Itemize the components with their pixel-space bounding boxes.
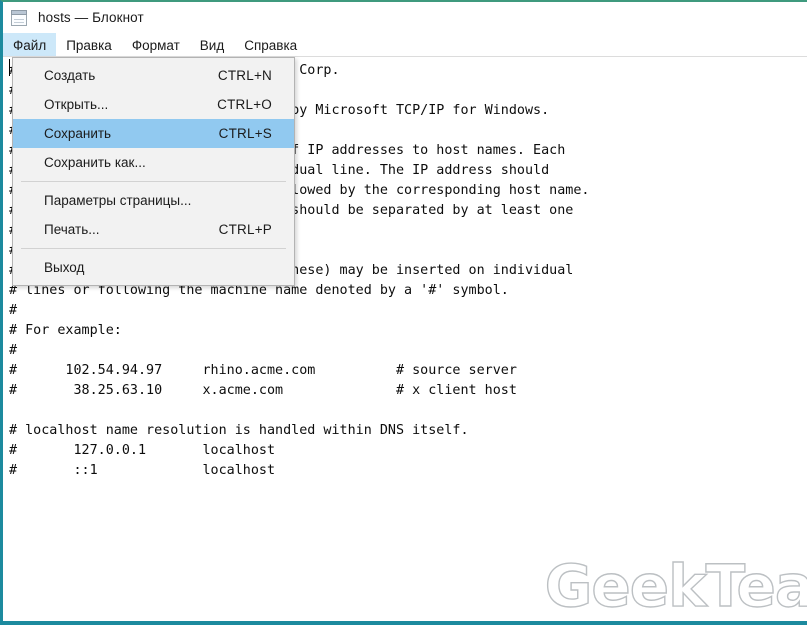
watermark: GeekTea xyxy=(544,552,807,620)
menu-bar: Файл Правка Формат Вид Справка xyxy=(3,33,807,57)
menu-item-save-label: Сохранить xyxy=(44,126,112,141)
menubar-item-format-label: Формат xyxy=(131,37,180,53)
menubar-item-edit-label: Правка xyxy=(66,37,112,53)
menubar-item-edit[interactable]: Правка xyxy=(56,33,122,57)
menu-item-save-as[interactable]: Сохранить как... xyxy=(13,148,294,177)
menu-separator-2 xyxy=(21,248,286,249)
menubar-item-view[interactable]: Вид xyxy=(190,33,234,57)
menubar-item-format[interactable]: Формат xyxy=(122,33,190,57)
text-caret xyxy=(9,59,10,76)
menu-separator-1 xyxy=(21,181,286,182)
menu-item-new-label: Создать xyxy=(44,68,96,83)
notepad-window: hosts — Блокнот Файл Правка Формат Вид С… xyxy=(0,0,807,625)
menu-item-print[interactable]: Печать... CTRL+P xyxy=(13,215,294,244)
menu-item-save[interactable]: Сохранить CTRL+S xyxy=(13,119,294,148)
menubar-item-view-label: Вид xyxy=(199,37,225,53)
menu-item-print-label: Печать... xyxy=(44,222,100,237)
menu-item-open-label: Открыть... xyxy=(44,97,109,112)
menu-item-save-shortcut: CTRL+S xyxy=(218,126,272,141)
menubar-item-help-label: Справка xyxy=(244,37,298,53)
menubar-item-help[interactable]: Справка xyxy=(234,33,307,57)
title-bar: hosts — Блокнот xyxy=(3,2,807,32)
menu-item-print-shortcut: CTRL+P xyxy=(218,222,272,237)
notepad-icon xyxy=(10,8,29,27)
menubar-item-file-label: Файл xyxy=(13,37,47,53)
menu-item-page-setup-label: Параметры страницы... xyxy=(44,193,192,208)
menu-item-new-shortcut: CTRL+N xyxy=(217,68,272,83)
menu-item-exit-label: Выход xyxy=(44,260,85,275)
menu-item-page-setup[interactable]: Параметры страницы... xyxy=(13,186,294,215)
menu-item-save-as-label: Сохранить как... xyxy=(44,155,146,170)
menubar-item-file[interactable]: Файл xyxy=(3,33,57,57)
menu-item-new[interactable]: Создать CTRL+N xyxy=(13,61,294,90)
window-title: hosts — Блокнот xyxy=(38,9,144,25)
menu-item-open[interactable]: Открыть... CTRL+O xyxy=(13,90,294,119)
menu-item-open-shortcut: CTRL+O xyxy=(217,97,272,112)
menu-item-exit[interactable]: Выход xyxy=(13,253,294,282)
file-dropdown-menu: Создать CTRL+N Открыть... CTRL+O Сохрани… xyxy=(12,57,295,286)
